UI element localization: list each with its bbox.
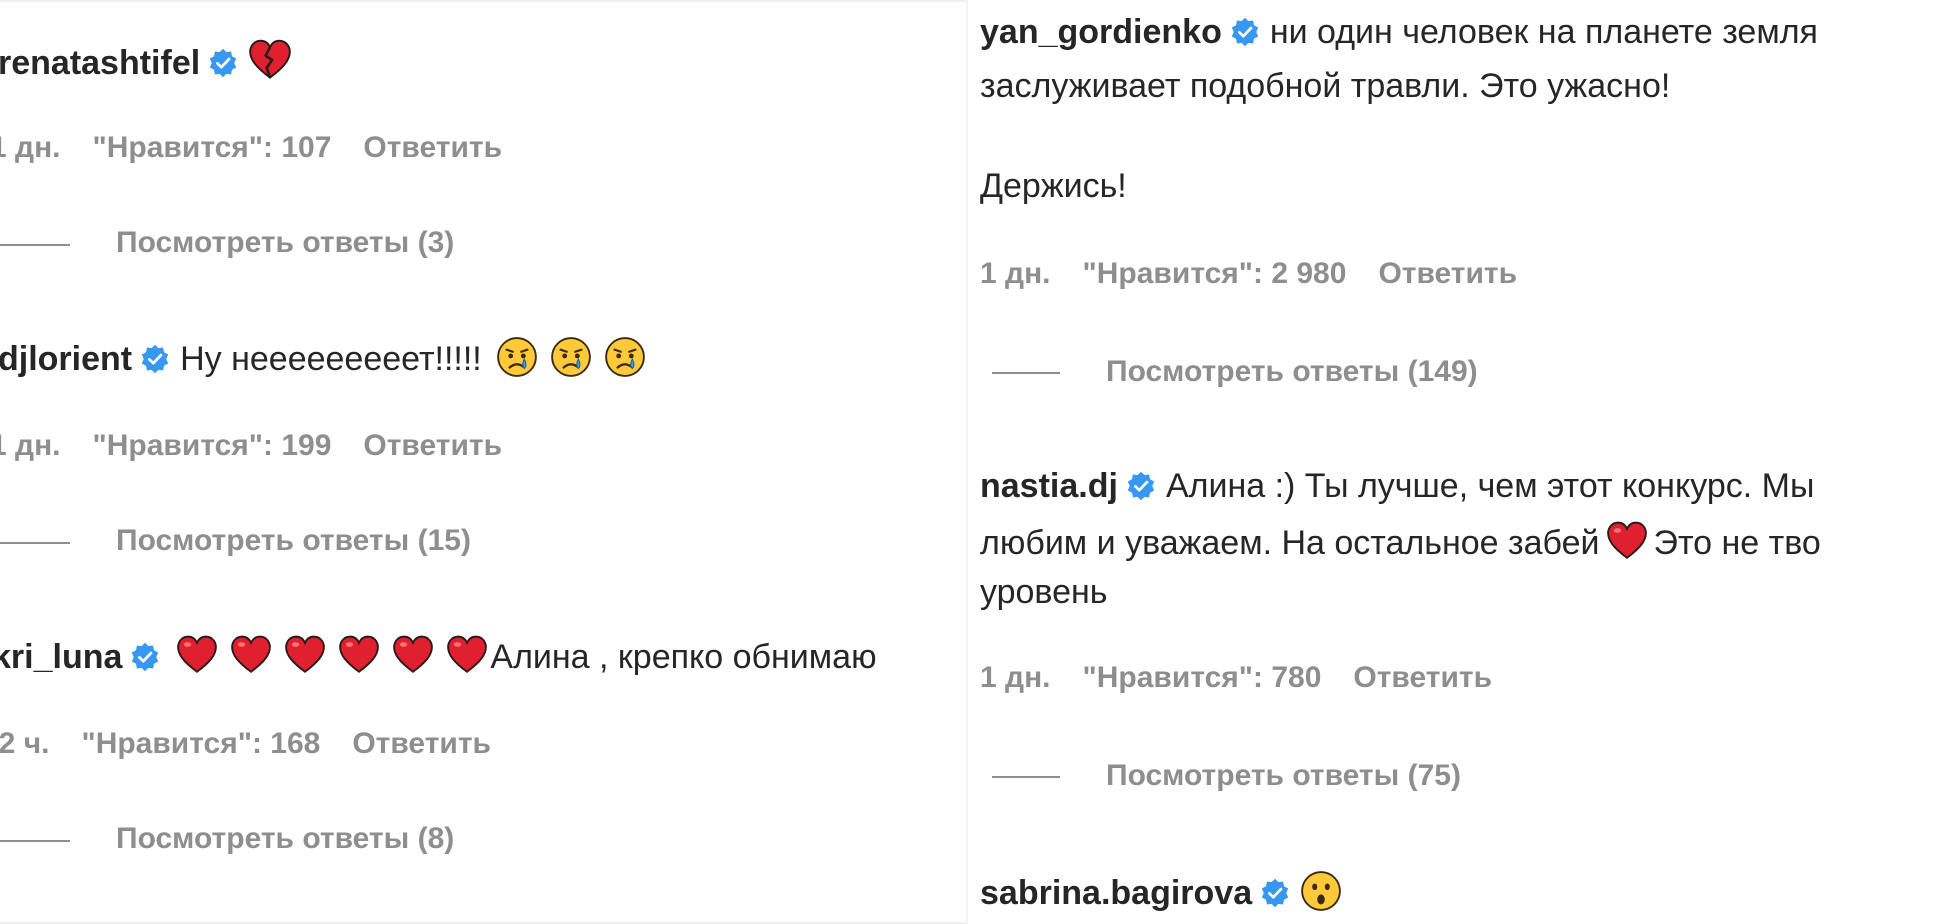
comment-meta: 1 дн. "Нравится": 199 Ответить xyxy=(0,428,534,464)
comment-text-line: Держись! xyxy=(980,167,1127,205)
red-heart-icon xyxy=(284,634,326,676)
comment-time[interactable]: 1 дн. xyxy=(0,131,61,164)
comment-row: kri_luna Алина , крепко обнимаю xyxy=(0,634,877,677)
crying-face-icon xyxy=(496,336,538,378)
comment-meta: 1 дн. "Нравится": 107 Ответить xyxy=(0,130,534,166)
comment-text: Ну нееееееееет!!!!! xyxy=(180,340,482,378)
left-comments-panel: renatashtifel 1 дн. "Нравится": 107 Ответи… xyxy=(0,0,966,924)
reply-button[interactable]: Ответить xyxy=(363,131,502,164)
comment-text-part: любим и уважаем. На остальное забей xyxy=(980,524,1600,562)
comment-username[interactable]: sabrina.bagirova xyxy=(980,874,1252,912)
crying-face-icon xyxy=(604,336,646,378)
red-heart-icon xyxy=(230,634,272,676)
verified-badge-icon xyxy=(1126,471,1156,501)
comment-time[interactable]: 1 дн. xyxy=(980,661,1051,694)
verified-badge-icon xyxy=(1230,17,1260,47)
right-comments-panel: yan_gordienko ни один человек на планете … xyxy=(968,0,1944,924)
reply-button[interactable]: Ответить xyxy=(1353,661,1492,694)
comment-username[interactable]: renatashtifel xyxy=(0,44,200,82)
comment-row: sabrina.bagirova xyxy=(980,870,1354,913)
comment-likes[interactable]: "Нравится": 199 xyxy=(93,429,332,462)
red-heart-icon xyxy=(176,634,218,676)
comment-text-line: ни один человек на планете земля xyxy=(1269,13,1818,51)
comment-likes[interactable]: "Нравится": 2 980 xyxy=(1083,257,1347,290)
view-replies-button[interactable]: Посмотреть ответы (3) xyxy=(116,225,454,261)
red-heart-icon xyxy=(392,634,434,676)
view-replies-button[interactable]: Посмотреть ответы (149) xyxy=(1106,354,1478,390)
comment-row: djlorient Ну нееееееееет!!!!! xyxy=(0,336,658,379)
verified-badge-icon xyxy=(140,344,170,374)
comment-meta: 22 ч. "Нравится": 168 Ответить xyxy=(0,726,523,762)
replies-divider xyxy=(0,840,70,842)
comment-time[interactable]: 1 дн. xyxy=(0,429,61,462)
comment-username[interactable]: yan_gordienko xyxy=(980,13,1222,51)
comment-username[interactable]: djlorient xyxy=(0,340,132,378)
comment-text-line: Алина :) Ты лучше, чем этот конкурс. Мы xyxy=(1165,467,1815,505)
replies-divider xyxy=(0,542,70,544)
comment-text: Алина , крепко обнимаю xyxy=(490,638,877,676)
verified-badge-icon xyxy=(130,642,160,672)
comment-username[interactable]: nastia.dj xyxy=(980,467,1118,505)
comment-likes[interactable]: "Нравится": 168 xyxy=(81,727,320,760)
broken-heart-icon xyxy=(248,38,292,82)
view-replies-button[interactable]: Посмотреть ответы (15) xyxy=(116,523,471,559)
comment-text-line-2: любим и уважаем. На остальное забей Это н… xyxy=(980,520,1821,563)
reply-button[interactable]: Ответить xyxy=(363,429,502,462)
comment-row: yan_gordienko ни один человек на планете … xyxy=(980,12,1818,52)
view-replies-button[interactable]: Посмотреть ответы (75) xyxy=(1106,758,1461,794)
red-heart-icon xyxy=(338,634,380,676)
comment-meta: 1 дн. "Нравится": 2 980 Ответить xyxy=(980,256,1549,292)
crying-face-icon xyxy=(550,336,592,378)
comment-meta: 1 дн. "Нравится": 780 Ответить xyxy=(980,660,1524,696)
verified-badge-icon xyxy=(208,48,238,78)
comment-text-line: уровень xyxy=(980,573,1108,611)
replies-divider xyxy=(992,372,1060,374)
comment-time[interactable]: 22 ч. xyxy=(0,727,49,760)
surprised-face-icon xyxy=(1300,870,1342,912)
comment-time[interactable]: 1 дн. xyxy=(980,257,1051,290)
replies-divider xyxy=(0,244,70,246)
comment-text-part: Это не тво xyxy=(1653,524,1821,562)
comment-row: renatashtifel xyxy=(0,38,302,83)
red-heart-icon xyxy=(1606,520,1648,562)
comment-row: nastia.dj Алина :) Ты лучше, чем этот кон… xyxy=(980,466,1814,506)
replies-divider xyxy=(992,776,1060,778)
comment-likes[interactable]: "Нравится": 107 xyxy=(93,131,332,164)
view-replies-button[interactable]: Посмотреть ответы (8) xyxy=(116,821,454,857)
comment-text-line: заслуживает подобной травли. Это ужасно! xyxy=(980,67,1671,105)
reply-button[interactable]: Ответить xyxy=(1378,257,1517,290)
comment-likes[interactable]: "Нравится": 780 xyxy=(1083,661,1322,694)
reply-button[interactable]: Ответить xyxy=(352,727,491,760)
red-heart-icon xyxy=(446,634,488,676)
verified-badge-icon xyxy=(1260,878,1290,908)
comment-username[interactable]: kri_luna xyxy=(0,638,122,676)
